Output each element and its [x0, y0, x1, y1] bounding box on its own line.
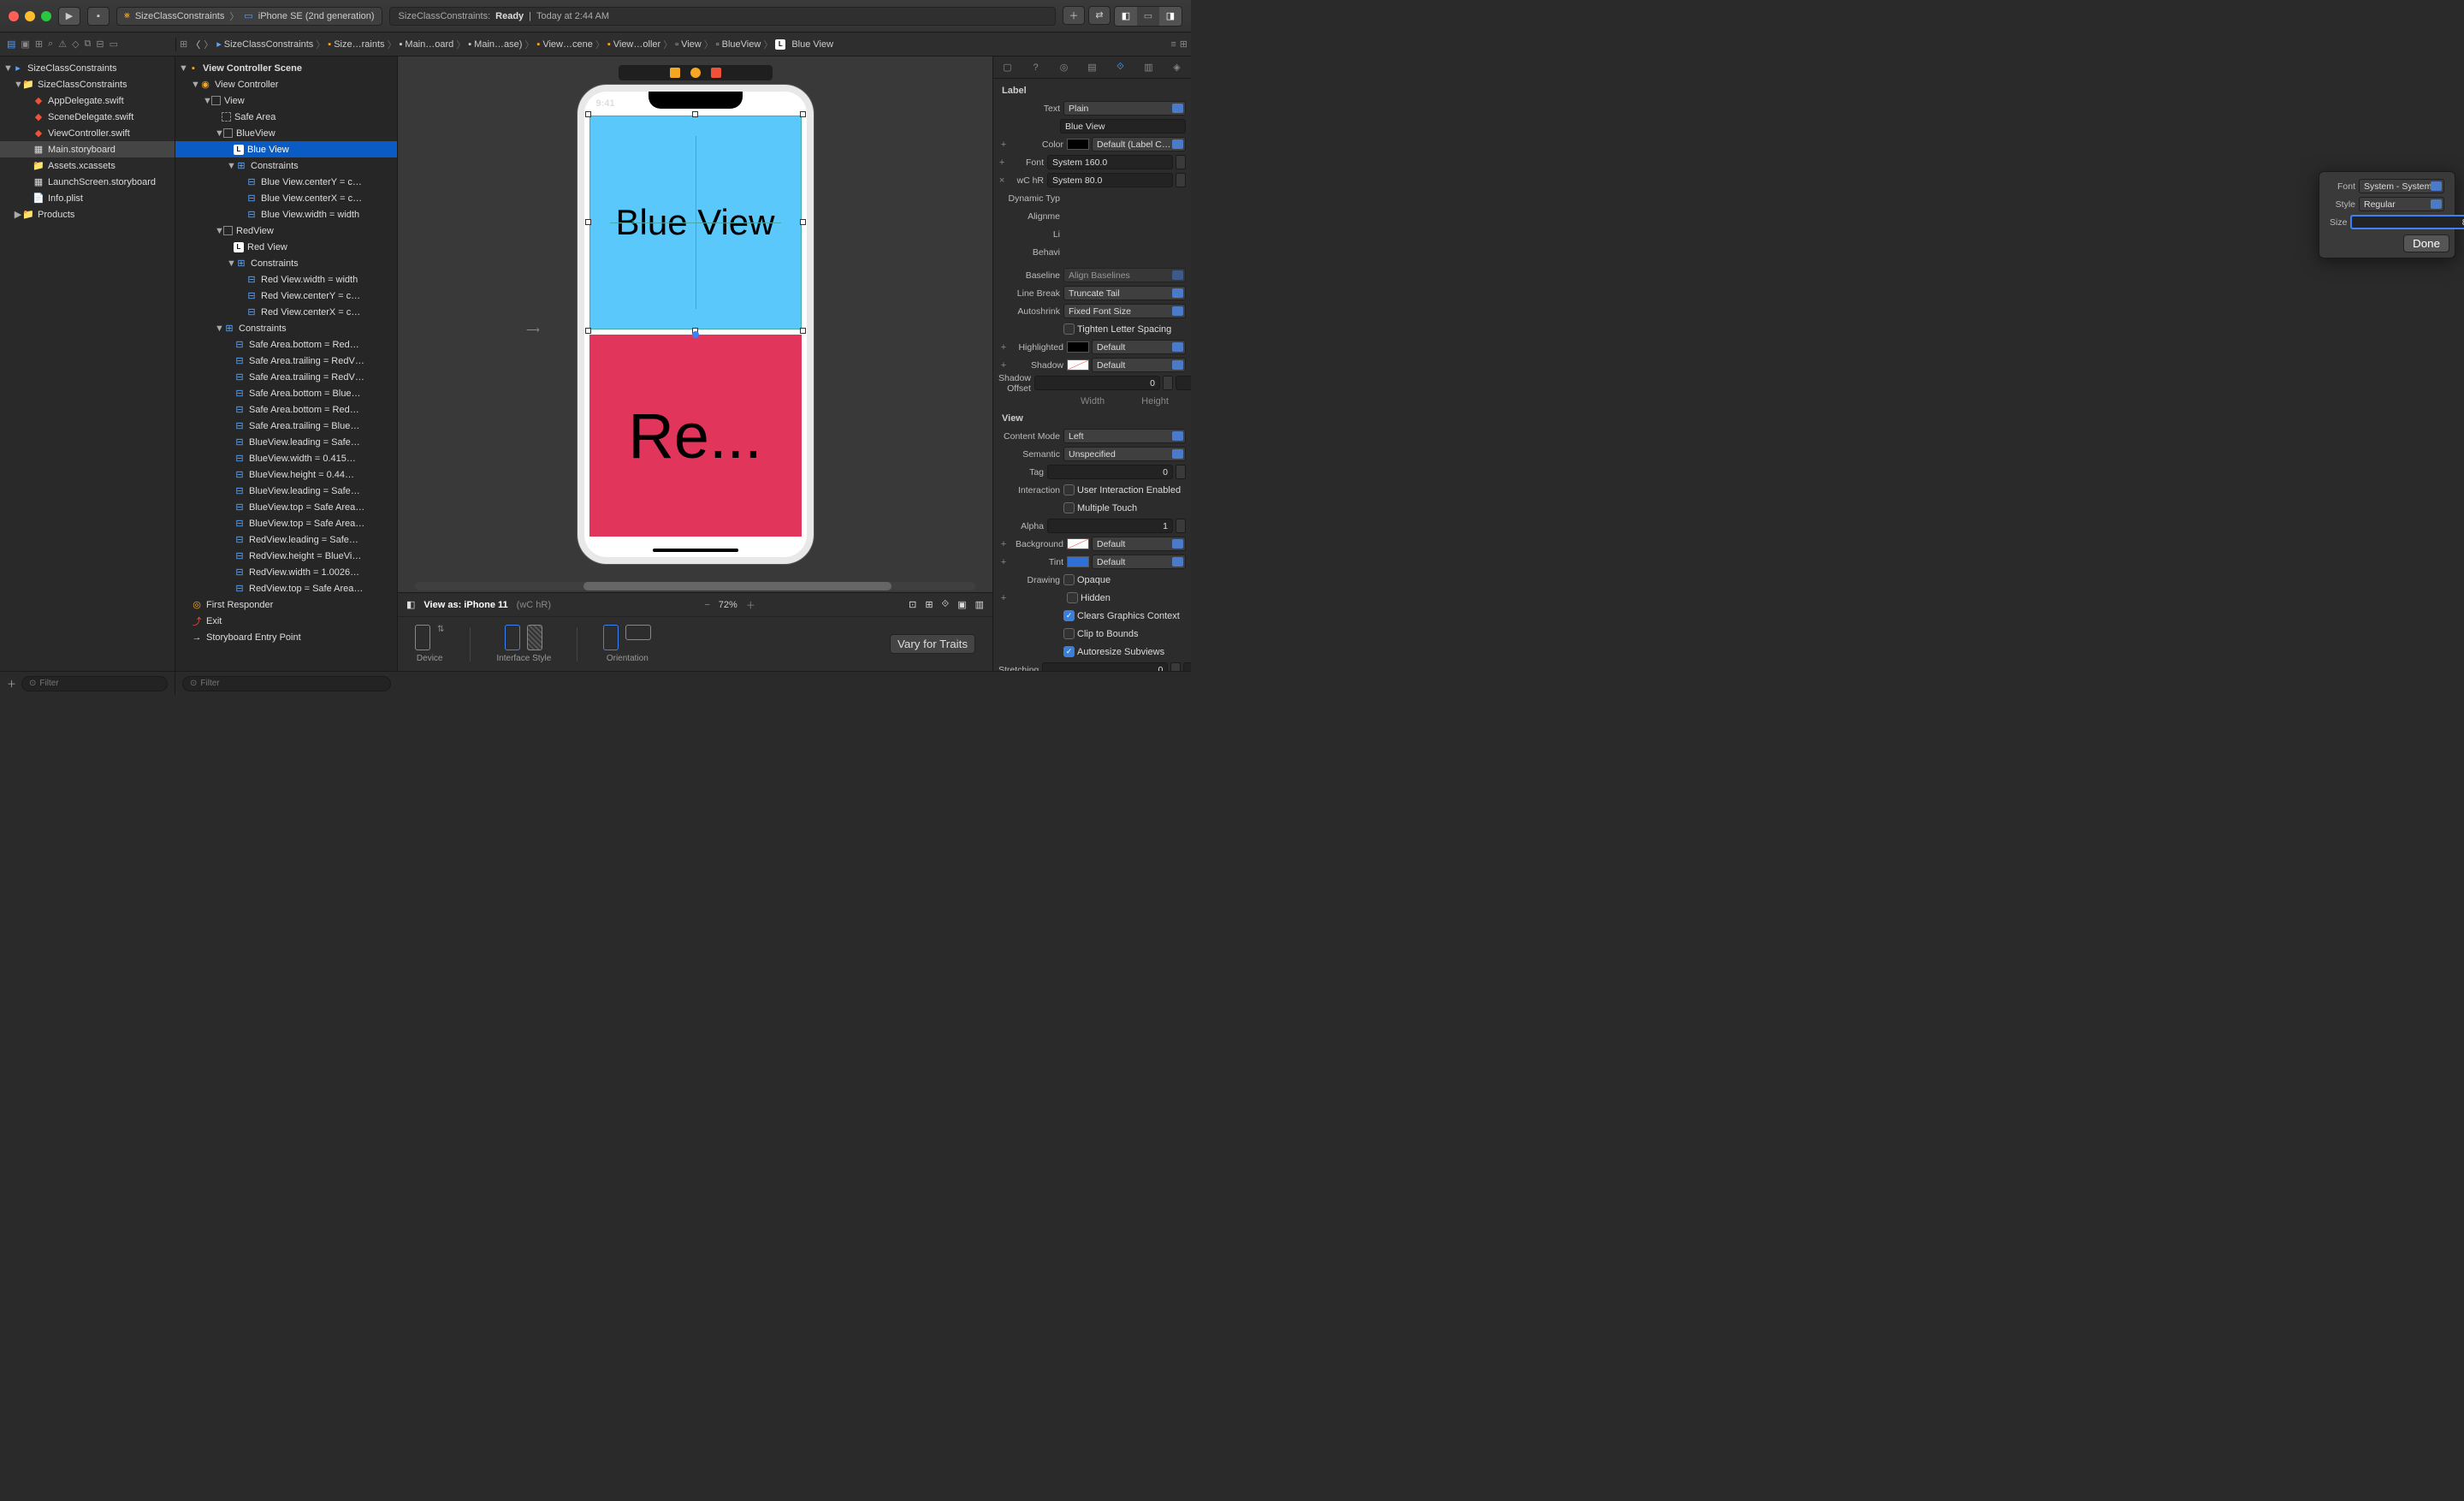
device-picker[interactable]: ⇅ Device	[415, 625, 444, 663]
file-item-selected[interactable]: ▦Main.storyboard	[0, 141, 175, 157]
opaque-checkbox[interactable]	[1063, 574, 1075, 585]
file-item[interactable]: 📁Assets.xcassets	[0, 157, 175, 174]
toggle-navigator-icon[interactable]: ◧	[1115, 7, 1137, 26]
uie-checkbox[interactable]	[1063, 484, 1075, 495]
zoom-in-icon[interactable]: ＋	[746, 598, 755, 612]
interface-builder-canvas[interactable]: ⟶ 9:41 Blue View	[398, 56, 992, 671]
shadow-popup[interactable]: Default	[1092, 358, 1186, 372]
resolve-icon[interactable]: ⟐	[942, 599, 950, 610]
inspector-panel: ▢?◎▤⟐▥◈ Label TextPlain +ColorDefault (L…	[992, 56, 1191, 671]
library-button[interactable]: ＋	[1063, 6, 1085, 25]
breadcrumb[interactable]: ▸SizeClassConstraints〉 ▪Size…raints〉 ▪Ma…	[216, 38, 833, 51]
canvas-footer: ◧ View as: iPhone 11 (wC hR) − 72% ＋ ⊡ ⊞…	[398, 592, 992, 671]
label-section: Label	[993, 82, 1191, 99]
tint-popup[interactable]: Default	[1092, 555, 1186, 569]
navigator-filter[interactable]: ⊙Filter	[21, 676, 168, 691]
color-popup[interactable]: Default (Label C…	[1092, 137, 1186, 151]
linebreak-popup[interactable]: Truncate Tail	[1063, 286, 1186, 300]
clip-checkbox[interactable]	[1063, 628, 1075, 639]
blue-view[interactable]: Blue View	[589, 116, 802, 329]
attributes-inspector-icon: ⟐	[1113, 60, 1128, 75]
font-variation-field[interactable]	[1047, 173, 1173, 187]
status-time: 9:41	[596, 98, 615, 109]
font-field[interactable]	[1047, 155, 1173, 169]
orientation-picker[interactable]: Orientation	[603, 625, 651, 663]
align-icon[interactable]: ⊡	[909, 599, 916, 610]
forward-icon[interactable]: 〉	[204, 38, 213, 51]
add-icon[interactable]: ＋	[7, 677, 16, 691]
code-review-button[interactable]: ⇄	[1088, 6, 1111, 25]
autoshrink-popup[interactable]: Fixed Font Size	[1063, 304, 1186, 318]
editor-toolbar: ▤▣⊞⌕⚠◇⧉⊟▭ ⊞ 〈 〉 ▸SizeClassConstraints〉 ▪…	[0, 33, 1191, 56]
close-window[interactable]	[9, 11, 19, 21]
device-frame: 9:41 Blue View Re...	[578, 85, 814, 564]
text-type-popup[interactable]: Plain	[1063, 101, 1186, 116]
toggle-inspector-icon[interactable]: ◨	[1159, 7, 1182, 26]
stop-button[interactable]: ▪	[87, 7, 110, 26]
outline-filter[interactable]: ⊙Filter	[182, 676, 391, 691]
tighten-checkbox[interactable]	[1063, 323, 1075, 335]
minimize-window[interactable]	[25, 11, 35, 21]
text-content-field[interactable]	[1060, 119, 1186, 133]
adjust-editor-icon[interactable]: ≡	[1170, 39, 1176, 50]
zoom-out-icon[interactable]: −	[704, 600, 709, 610]
toggle-outline-icon[interactable]: ◧	[406, 599, 415, 610]
entry-arrow-icon: ⟶	[526, 324, 540, 335]
file-item[interactable]: ◆ViewController.swift	[0, 125, 175, 141]
add-editor-icon[interactable]: ⊞	[1180, 39, 1188, 50]
autoresize-checkbox[interactable]: ✓	[1063, 646, 1075, 657]
titlebar: ▶ ▪ ⨳ SizeClassConstraints 〉 ▭ iPhone SE…	[0, 0, 1191, 33]
tag-field[interactable]	[1047, 465, 1173, 479]
shadow-width-field[interactable]	[1034, 376, 1160, 390]
alpha-field[interactable]	[1047, 519, 1173, 533]
window-controls	[9, 11, 51, 21]
file-item[interactable]: 📄Info.plist	[0, 190, 175, 206]
baseline-popup[interactable]: Align Baselines	[1063, 268, 1186, 282]
scheme-selector[interactable]: ⨳ SizeClassConstraints 〉 ▭ iPhone SE (2n…	[116, 7, 382, 26]
inspector-tabs[interactable]: ▢?◎▤⟐▥◈	[993, 56, 1191, 79]
highlighted-popup[interactable]: Default	[1092, 340, 1186, 354]
toggle-debug-icon[interactable]: ▭	[1137, 7, 1159, 26]
pin-icon[interactable]: ⊞	[925, 599, 933, 610]
project-root[interactable]: ▼▸SizeClassConstraints	[0, 60, 175, 76]
scene-dock[interactable]	[619, 65, 773, 80]
activity-status: SizeClassConstraints: Ready | Today at 2…	[389, 7, 1056, 26]
related-items-icon[interactable]: ⊞	[180, 39, 187, 50]
group-folder[interactable]: ▶📁Products	[0, 206, 175, 222]
project-navigator: ▼▸SizeClassConstraints ▼📁SizeClassConstr…	[0, 56, 175, 671]
zoom-window[interactable]	[41, 11, 51, 21]
vary-for-traits-button[interactable]: Vary for Traits	[890, 634, 975, 654]
file-item[interactable]: ◆AppDelegate.swift	[0, 92, 175, 109]
stack-icon[interactable]: ▥	[975, 599, 984, 610]
navigator-tabs[interactable]: ▤▣⊞⌕⚠◇⧉⊟▭	[0, 39, 175, 50]
document-outline: ▼▪View Controller Scene ▼◉View Controlle…	[175, 56, 398, 671]
hidden-checkbox[interactable]	[1067, 592, 1078, 603]
cgc-checkbox[interactable]: ✓	[1063, 610, 1075, 621]
background-popup[interactable]: Default	[1092, 537, 1186, 551]
interface-style-picker[interactable]: Interface Style	[496, 625, 551, 663]
shadow-height-field[interactable]	[1176, 376, 1191, 390]
semantic-popup[interactable]: Unspecified	[1063, 447, 1186, 461]
red-view[interactable]: Re...	[589, 335, 802, 537]
group-folder[interactable]: ▼📁SizeClassConstraints	[0, 76, 175, 92]
font-picker-icon[interactable]	[1176, 155, 1186, 169]
zoom-level[interactable]: 72%	[719, 600, 737, 610]
canvas-scrollbar[interactable]	[415, 582, 975, 590]
file-item[interactable]: ▦LaunchScreen.storyboard	[0, 174, 175, 190]
multitouch-checkbox[interactable]	[1063, 502, 1075, 513]
contentmode-popup[interactable]: Left	[1063, 429, 1186, 443]
panel-visibility[interactable]: ◧ ▭ ◨	[1114, 6, 1182, 27]
back-icon[interactable]: 〈	[191, 38, 200, 51]
outline-selected[interactable]: LBlue View	[175, 141, 397, 157]
filter-bar: ＋ ⊙Filter ⊙Filter	[0, 671, 1191, 695]
run-button[interactable]: ▶	[58, 7, 80, 26]
file-item[interactable]: ◆SceneDelegate.swift	[0, 109, 175, 125]
embed-icon[interactable]: ▣	[957, 599, 966, 610]
view-section: View	[993, 410, 1191, 427]
